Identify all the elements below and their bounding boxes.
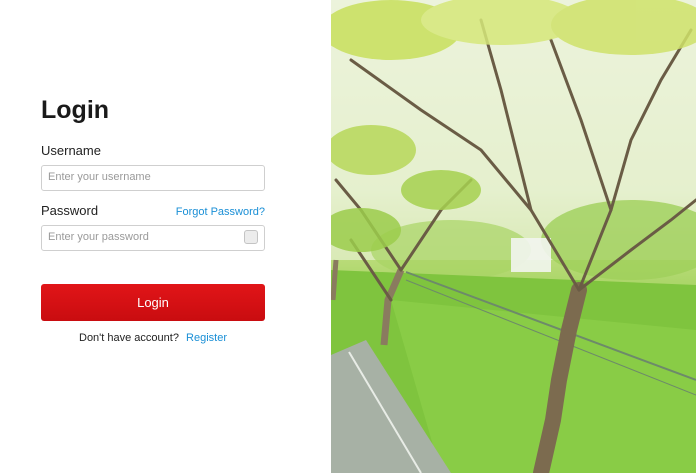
hero-image — [331, 0, 696, 473]
show-password-checkbox[interactable] — [244, 230, 258, 244]
login-button[interactable]: Login — [41, 284, 265, 321]
login-form: Login Username Password Forgot Password?… — [41, 95, 265, 344]
username-label: Username — [41, 143, 101, 158]
username-field-wrapper — [41, 165, 265, 191]
login-page: Login Username Password Forgot Password?… — [0, 0, 696, 473]
register-row: Don't have account? Register — [41, 332, 265, 344]
page-title: Login — [41, 96, 110, 124]
no-account-text: Don't have account? — [79, 332, 179, 344]
password-label-row: Password Forgot Password? — [41, 203, 265, 219]
login-panel: Login Username Password Forgot Password?… — [0, 0, 331, 473]
password-field-wrapper — [41, 225, 265, 251]
register-link[interactable]: Register — [186, 332, 227, 344]
password-input[interactable] — [42, 226, 228, 248]
username-input[interactable] — [42, 166, 228, 188]
park-trees-illustration — [331, 0, 696, 473]
forgot-password-link[interactable]: Forgot Password? — [176, 206, 265, 218]
password-label: Password — [41, 203, 99, 218]
